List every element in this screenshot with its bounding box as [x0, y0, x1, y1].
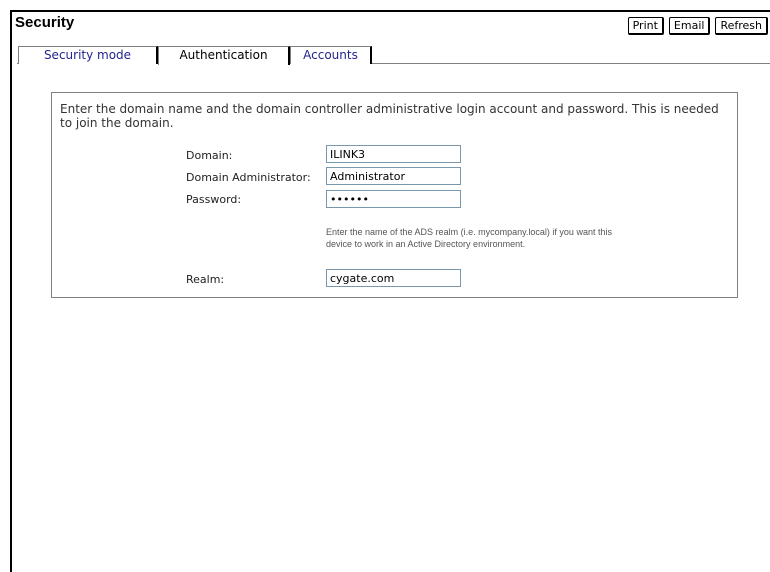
refresh-button[interactable]: Refresh — [715, 17, 768, 35]
email-button[interactable]: Email — [668, 17, 711, 35]
realm-label: Realm: — [186, 273, 225, 286]
toolbar: Print Email Refresh — [627, 17, 768, 35]
realm-field[interactable] — [326, 269, 461, 287]
password-label: Password: — [186, 193, 242, 206]
tab-accounts[interactable]: Accounts — [290, 46, 372, 64]
domain-field[interactable] — [326, 145, 461, 163]
domain-label: Domain: — [186, 149, 233, 162]
password-field[interactable] — [326, 190, 461, 208]
intro-text: Enter the domain name and the domain con… — [60, 102, 719, 130]
realm-hint: Enter the name of the ADS realm (i.e. my… — [326, 227, 612, 249]
page-title: Security — [15, 14, 75, 31]
domain-admin-field[interactable] — [326, 167, 461, 185]
tab-security-mode[interactable]: Security mode — [18, 46, 158, 64]
domain-admin-label: Domain Administrator: — [186, 171, 311, 184]
print-button[interactable]: Print — [627, 17, 664, 35]
tab-authentication[interactable]: Authentication — [158, 46, 290, 65]
